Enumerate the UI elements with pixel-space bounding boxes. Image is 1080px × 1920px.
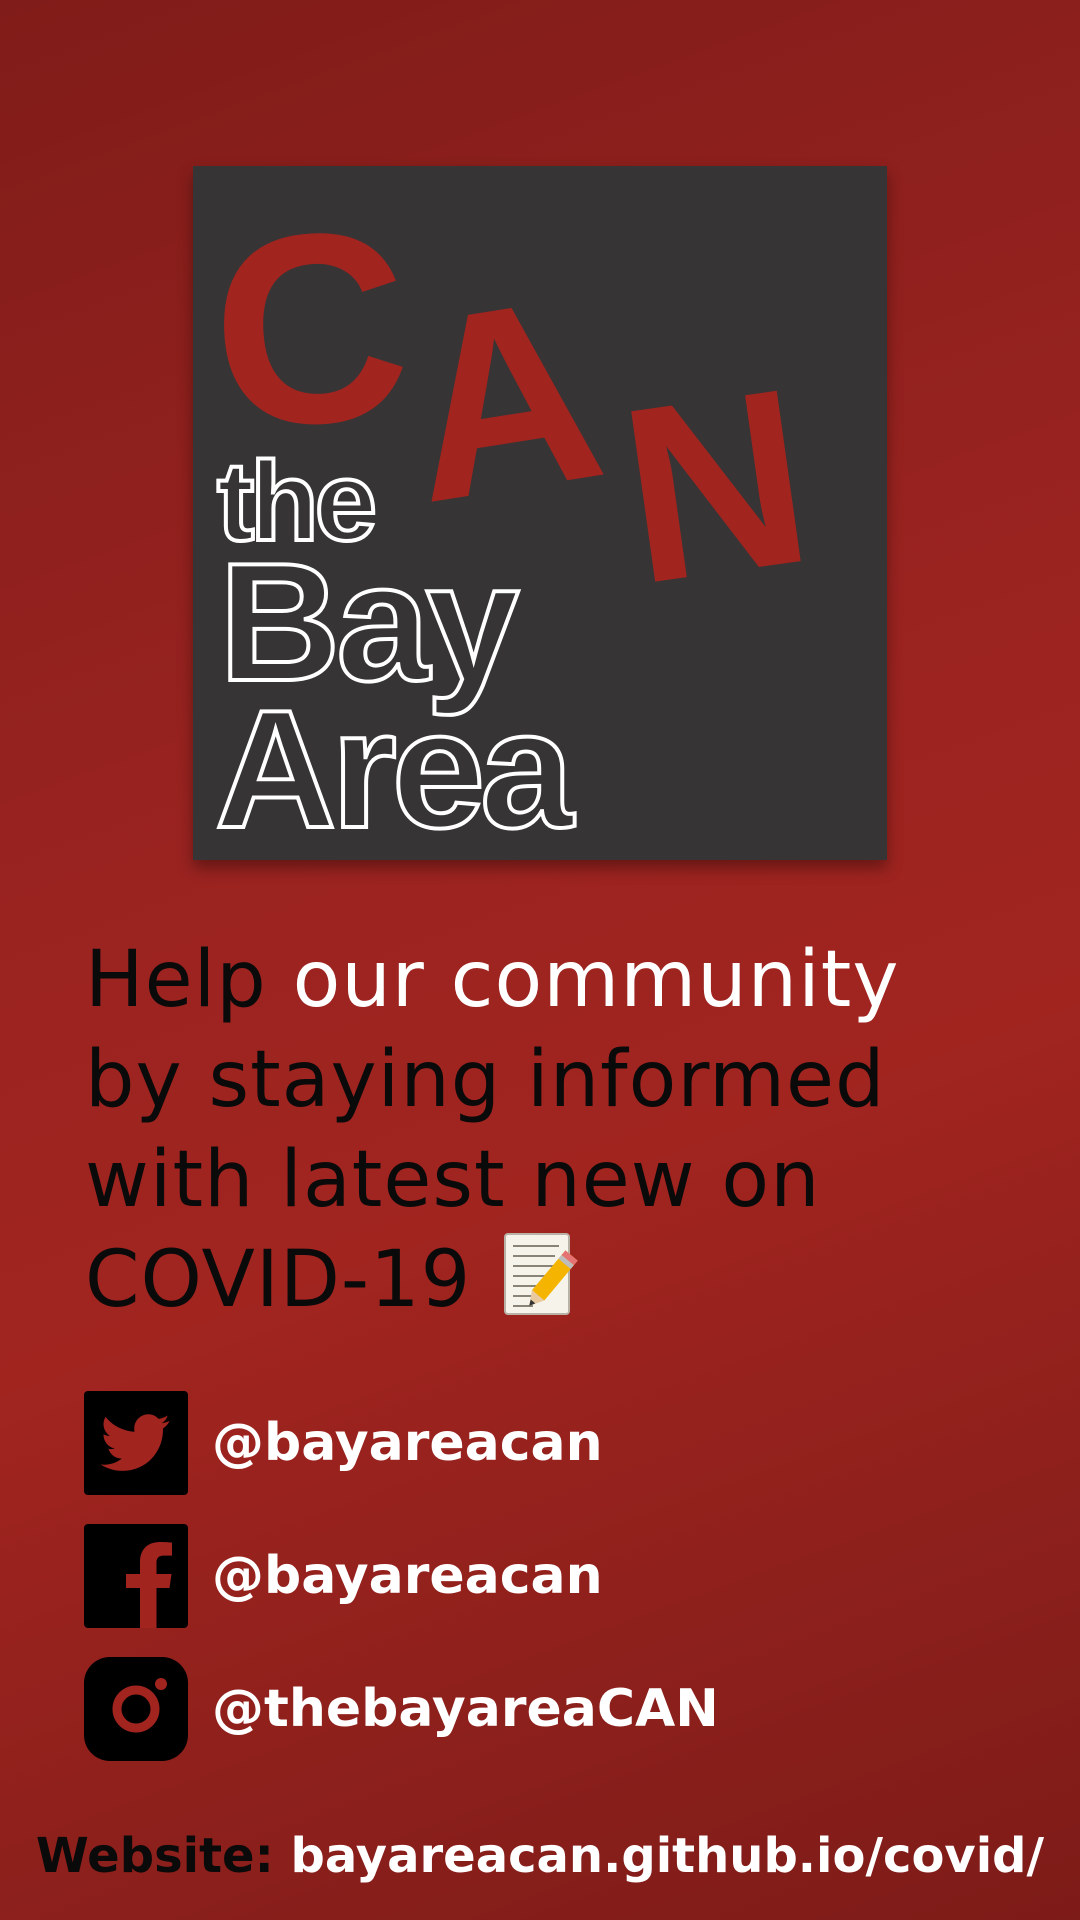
tagline: Help our community by staying informed w… [85,930,1045,1330]
tagline-help: Help [85,935,267,1025]
logo: C A N the Bay Area [193,166,887,860]
instagram-handle[interactable]: @thebayareaCAN [212,1679,719,1739]
social-row-twitter[interactable]: @bayareacan [84,1391,1044,1495]
logo-letter-n: N [607,335,825,636]
tagline-line-3: with latest new on [85,1135,821,1225]
tagline-line-4: COVID-19 [85,1235,472,1325]
logo-letter-a: A [388,242,619,558]
twitter-handle[interactable]: @bayareacan [212,1413,603,1473]
website-label: Website: [35,1828,274,1884]
tagline-our-community: our community [292,935,900,1025]
logo-word-area: Area [215,675,575,860]
facebook-icon[interactable] [84,1524,188,1628]
logo-graphic: C A N the Bay Area [205,174,825,860]
website-link[interactable]: bayareacan.github.io/covid/ [291,1828,1045,1884]
memo-icon [504,1233,578,1315]
social-row-instagram[interactable]: @thebayareaCAN [84,1657,1044,1761]
facebook-handle[interactable]: @bayareacan [212,1546,603,1606]
twitter-icon[interactable] [84,1391,188,1495]
social-list: @bayareacan @bayareacan @thebayareaCAN [84,1391,1044,1790]
instagram-icon[interactable] [84,1657,188,1761]
social-row-facebook[interactable]: @bayareacan [84,1524,1044,1628]
tagline-line-2: by staying informed [85,1035,886,1125]
website-footer: Website: bayareacan.github.io/covid/ [0,1826,1080,1886]
